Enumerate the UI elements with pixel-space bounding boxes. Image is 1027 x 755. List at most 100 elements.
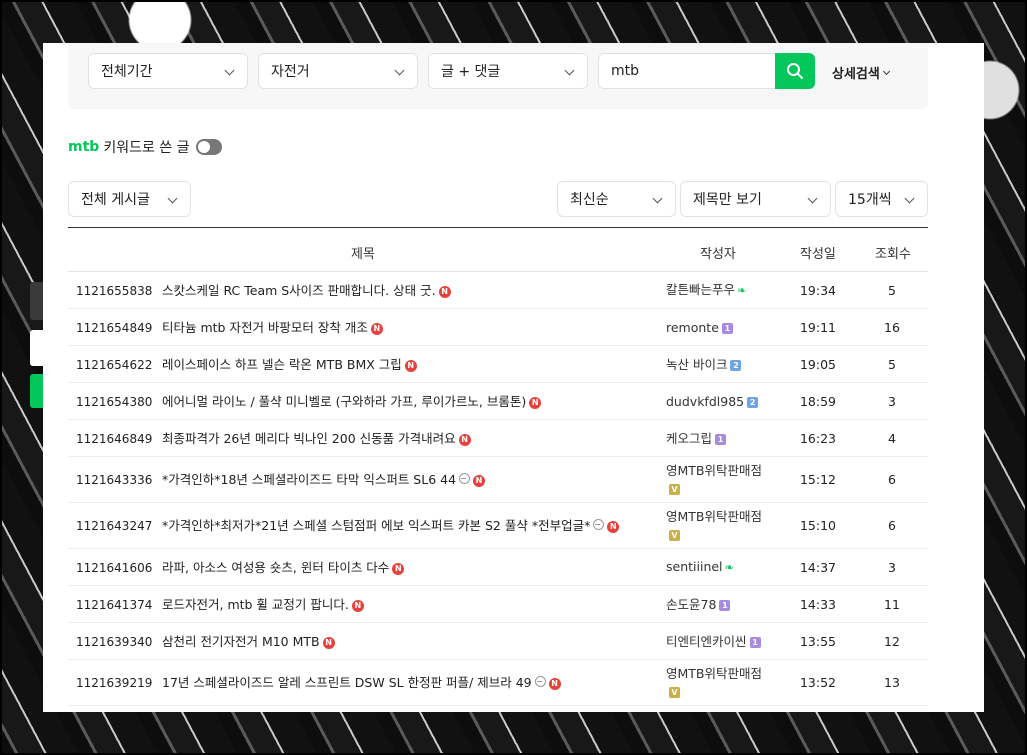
new-badge-icon: N	[370, 322, 383, 335]
sprout-icon: ❧	[737, 284, 747, 297]
article-title-link[interactable]: 스캇스케일 RC Team S사이즈 판매합니다. 상태 굿. N	[162, 282, 652, 300]
table-row[interactable]: 1121654849 티타늄 mtb 자전거 바팡모터 장착 개조 Nremonte…	[68, 309, 928, 346]
table-row[interactable]: 1121655838 스캇스케일 RC Team S사이즈 판매합니다. 상태 굿…	[68, 272, 928, 309]
board-filter-select[interactable]: 전체 게시글	[68, 181, 191, 217]
post-date: 13:55	[799, 633, 837, 649]
toggle-knob	[197, 141, 210, 153]
table-row[interactable]: 1121643247 *가격인하*최저가*21년 스페셜 스텀점퍼 에보 익스퍼트…	[68, 503, 928, 549]
author-name: 녹산 바이크	[666, 356, 728, 372]
per-page-select[interactable]: 15개씩	[835, 181, 928, 217]
view-count: 3	[888, 393, 896, 409]
post-date: 14:33	[799, 596, 837, 612]
author-link[interactable]: 칼튼빠는푸우 ❧	[666, 281, 778, 300]
article-title: 17년 스페셜라이즈드 알레 스프린트 DSW SL 한정판 퍼플/ 제브라 4…	[162, 675, 532, 690]
article-title-link[interactable]: 최종파격가 26년 메리다 빅나인 200 신동품 가격내려요 N	[162, 430, 652, 448]
chevron-down-icon	[167, 193, 178, 204]
author-link[interactable]: 손도윤78 1	[666, 596, 778, 614]
article-title-link[interactable]: 라파, 아소스 여성용 숏츠, 윈터 타이츠 다수 N	[162, 559, 652, 577]
author-link[interactable]: dudvkfdl985 2	[666, 393, 778, 411]
author-link[interactable]: 티엔티엔카이씬 1	[666, 633, 778, 651]
per-page-label: 15개씩	[848, 192, 892, 208]
author-link[interactable]: 영MTB위탁판매점 V	[666, 462, 778, 498]
keyword-toggle-switch[interactable]	[195, 139, 222, 155]
new-badge-icon: N	[529, 396, 542, 409]
header-author: 작성자	[700, 247, 736, 262]
new-badge-icon: N	[473, 475, 486, 487]
article-title: *가격인하*18년 스페셜라이즈드 타막 익스퍼트 SL6 44	[162, 472, 457, 487]
table-row[interactable]: 1121639219 17년 스페셜라이즈드 알레 스프린트 DSW SL 한정판…	[68, 660, 928, 706]
table-row[interactable]: 1121654380 에어니멀 라이노 / 풀샥 미니벨로 (구와하라 가프, 루…	[68, 383, 928, 420]
article-title-link[interactable]: 티타늄 mtb 자전거 바팡모터 장착 개조 N	[162, 319, 652, 337]
view-count: 13	[884, 675, 900, 690]
member-level-badge: 1	[715, 433, 727, 445]
member-level-badge: 1	[721, 322, 733, 334]
view-mode-label: 제목만 보기	[693, 192, 762, 208]
article-title: 레이스페이스 하프 넬슨 락온 MTB BMX 그립	[162, 356, 402, 372]
table-row[interactable]: 1121639340 삼천리 전기자전거 M10 MTB N 티엔티엔카이씬 1 13:5…	[68, 623, 928, 660]
article-number: 1121639219	[76, 676, 153, 690]
author-name: 티엔티엔카이씬	[666, 633, 747, 649]
period-select[interactable]: 전체기간	[88, 53, 248, 89]
author-link[interactable]: 영MTB위탁판매점 V	[666, 508, 778, 544]
post-date: 19:05	[799, 356, 837, 372]
author-name: 케오그립	[666, 430, 713, 446]
table-row[interactable]: 1121654622 레이스페이스 하프 넬슨 락온 MTB BMX 그립 N 녹산 …	[68, 346, 928, 383]
table-row[interactable]: 1121641606 라파, 아소스 여성용 숏츠, 윈터 타이츠 다수 Nsent…	[68, 549, 928, 586]
member-level-badge: 1	[749, 636, 761, 648]
sort-select[interactable]: 최신순	[557, 181, 676, 217]
member-level-badge: 2	[747, 396, 759, 408]
chevron-down-icon	[882, 67, 890, 75]
article-number: 1121641374	[76, 597, 153, 612]
article-title: 최종파격가 26년 메리다 빅나인 200 신동품 가격내려요	[162, 430, 456, 446]
search-button[interactable]	[775, 53, 815, 89]
view-count: 5	[888, 282, 896, 298]
period-select-label: 전체기간	[101, 64, 153, 80]
advanced-search-toggle[interactable]: 상세검색	[832, 63, 890, 82]
article-title-link[interactable]: 레이스페이스 하프 넬슨 락온 MTB BMX 그립 N	[162, 356, 652, 374]
new-badge-icon: N	[458, 433, 471, 446]
author-link[interactable]: sentiiinel ❧	[666, 558, 778, 577]
image-icon	[534, 676, 546, 687]
author-link[interactable]: 녹산 바이크 2	[666, 356, 778, 374]
article-title-link[interactable]: *가격인하*최저가*21년 스페셜 스텀점퍼 에보 익스퍼트 카본 S2 풀샥 …	[162, 517, 652, 535]
author-link[interactable]: 케오그립 1	[666, 430, 778, 448]
board-select[interactable]: 자전거	[258, 53, 418, 89]
view-count: 12	[884, 633, 900, 649]
table-row[interactable]: 1121643336 *가격인하*18년 스페셜라이즈드 타막 익스퍼트 SL6 …	[68, 457, 928, 503]
article-title: 스캇스케일 RC Team S사이즈 판매합니다. 상태 굿.	[162, 282, 436, 298]
search-input[interactable]	[598, 53, 775, 89]
scope-select[interactable]: 글 + 댓글	[428, 53, 588, 89]
article-title-link[interactable]: 삼천리 전기자전거 M10 MTB N	[162, 633, 652, 651]
member-level-badge: 2	[730, 359, 742, 371]
post-date: 14:37	[799, 559, 837, 575]
view-count: 11	[884, 596, 900, 612]
post-date: 19:11	[799, 319, 837, 335]
article-number: 1121646849	[76, 431, 153, 446]
table-row[interactable]: 1121641374 로드자전거, mtb 휠 교정기 팝니다. N 손도윤78 1 14…	[68, 586, 928, 623]
post-date: 13:52	[799, 675, 837, 690]
article-number: 1121655838	[76, 283, 153, 298]
author-name: 영MTB위탁판매점	[666, 463, 762, 478]
article-title: 라파, 아소스 여성용 숏츠, 윈터 타이츠 다수	[162, 559, 390, 575]
author-name: 칼튼빠는푸우	[666, 282, 736, 297]
article-title-link[interactable]: 로드자전거, mtb 휠 교정기 팝니다. N	[162, 596, 652, 614]
author-name: 영MTB위탁판매점	[666, 509, 762, 524]
post-date: 18:59	[799, 393, 837, 409]
article-title-link[interactable]: 17년 스페셜라이즈드 알레 스프린트 DSW SL 한정판 퍼플/ 제브라 4…	[162, 674, 652, 692]
article-title: 에어니멀 라이노 / 풀샥 미니벨로 (구와하라 가프, 루이가르노, 브롬톤)	[162, 393, 527, 409]
author-link[interactable]: 영MTB위탁판매점 V	[666, 665, 778, 701]
view-mode-select[interactable]: 제목만 보기	[680, 181, 831, 217]
view-count: 5	[888, 356, 896, 372]
author-link[interactable]: remonte 1	[666, 319, 778, 337]
chevron-down-icon	[904, 193, 915, 204]
article-title-link[interactable]: *가격인하*18년 스페셜라이즈드 타막 익스퍼트 SL6 44 N	[162, 471, 652, 489]
search-icon	[787, 63, 803, 79]
search-results-panel: 전체기간 자전거 글 + 댓글 상세검색 mtb 키워드로 쓴 글	[43, 43, 984, 712]
keyword-highlight: mtb	[68, 139, 100, 155]
sort-select-label: 최신순	[570, 192, 609, 208]
table-row[interactable]: 1121646849 최종파격가 26년 메리다 빅나인 200 신동품 가격내려…	[68, 420, 928, 457]
article-title: 티타늄 mtb 자전거 바팡모터 장착 개조	[162, 319, 368, 335]
article-number: 1121639340	[76, 634, 153, 649]
article-title-link[interactable]: 에어니멀 라이노 / 풀샥 미니벨로 (구와하라 가프, 루이가르노, 브롬톤)…	[162, 393, 652, 411]
keyword-filter-label: 키워드로 쓴 글	[103, 140, 190, 156]
